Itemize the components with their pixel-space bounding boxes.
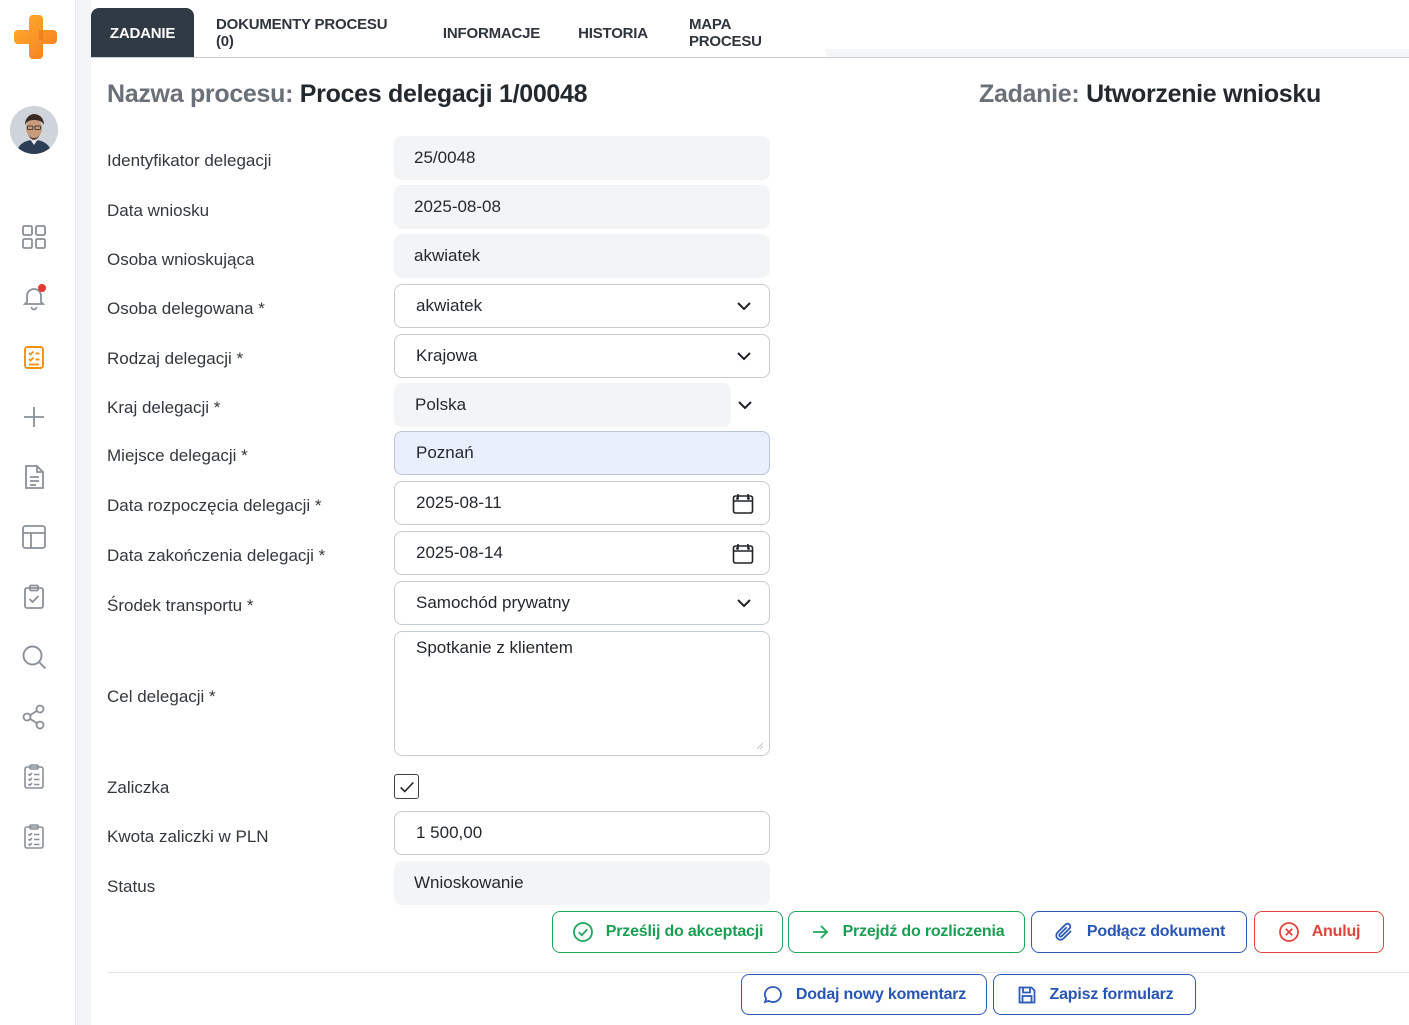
- plus-icon[interactable]: [19, 402, 49, 432]
- process-title-label: Nazwa procesu:: [107, 80, 294, 108]
- end-date-value: 2025-08-14: [416, 543, 503, 562]
- purpose-textarea-value: Spotkanie z klientem: [416, 638, 573, 657]
- document-icon[interactable]: [19, 462, 49, 492]
- tab-zadanie[interactable]: ZADANIE: [91, 8, 194, 58]
- place-input[interactable]: Poznań: [394, 431, 770, 475]
- delegate-label: Osoba delegowana *: [107, 299, 265, 318]
- save-form-label: Zapisz formularz: [1049, 985, 1174, 1003]
- calendar-icon[interactable]: [731, 492, 755, 516]
- tab-bar: ZADANIE DOKUMENTY PROCESU (0) INFORMACJE…: [91, 8, 827, 58]
- section-divider: [107, 972, 1409, 973]
- checkmark-icon: [399, 781, 414, 793]
- transport-label: Środek transportu *: [107, 596, 254, 615]
- delegation-type-select[interactable]: Krajowa: [394, 334, 770, 378]
- checklist-icon[interactable]: [19, 762, 49, 792]
- process-title-value: Proces delegacji 1/00048: [299, 80, 588, 108]
- comment-icon: [763, 985, 782, 1003]
- delegation-id-field: 25/0048: [394, 136, 770, 180]
- checklist-icon-2[interactable]: [19, 822, 49, 852]
- tab-mapa-procesu[interactable]: MAPA PROCESU: [667, 8, 827, 58]
- add-comment-button[interactable]: Dodaj nowy komentarz: [741, 974, 987, 1015]
- advance-amount-input[interactable]: 1 500,00: [394, 811, 770, 855]
- status-field: Wnioskowanie: [394, 861, 770, 905]
- start-date-label: Data rozpoczęcia delegacji *: [107, 496, 322, 515]
- task-title-label: Zadanie:: [979, 80, 1080, 108]
- delegation-id-label: Identyfikator delegacji: [107, 151, 272, 170]
- go-to-settlement-label: Przejdź do rozliczenia: [842, 923, 1005, 940]
- requester-field: akwiatek: [394, 234, 770, 278]
- status-label: Status: [107, 877, 156, 896]
- search-icon[interactable]: [19, 642, 49, 672]
- chevron-down-icon: [737, 352, 751, 361]
- delegate-select-value: akwiatek: [416, 296, 483, 315]
- tab-historia[interactable]: HISTORIA: [559, 8, 667, 58]
- save-form-button[interactable]: Zapisz formularz: [993, 974, 1196, 1015]
- start-date-input[interactable]: 2025-08-11: [394, 481, 770, 525]
- start-date-value: 2025-08-11: [416, 493, 502, 512]
- request-date-field: 2025-08-08: [394, 185, 770, 229]
- chevron-down-icon: [737, 302, 751, 311]
- transport-select-value: Samochód prywatny: [416, 593, 571, 612]
- delegation-type-select-value: Krajowa: [416, 346, 478, 365]
- transport-select[interactable]: Samochód prywatny: [394, 581, 770, 625]
- task-list-icon[interactable]: [19, 342, 49, 372]
- check-circle-icon: [572, 922, 593, 942]
- cancel-button[interactable]: Anuluj: [1254, 911, 1384, 953]
- content-gutter: [76, 0, 91, 1025]
- sidebar: [0, 0, 76, 1025]
- attach-document-label: Podłącz dokument: [1086, 923, 1226, 940]
- process-title: Nazwa procesu: Proces delegacji 1/00048: [107, 80, 588, 109]
- share-icon[interactable]: [19, 702, 49, 732]
- calendar-icon[interactable]: [731, 542, 755, 566]
- chevron-down-icon: [737, 599, 751, 608]
- tab-informacje[interactable]: INFORMACJE: [424, 8, 559, 58]
- chevron-down-icon[interactable]: [736, 396, 754, 414]
- clipboard-check-icon[interactable]: [19, 582, 49, 612]
- purpose-label: Cel delegacji *: [107, 687, 216, 706]
- advance-amount-label: Kwota zaliczki w PLN: [107, 827, 269, 846]
- end-date-label: Data zakończenia delegacji *: [107, 546, 326, 565]
- send-for-approval-label: Prześlij do akceptacji: [605, 923, 764, 940]
- plus-logo-icon[interactable]: [10, 13, 58, 61]
- task-title: Zadanie: Utworzenie wniosku: [979, 80, 1321, 109]
- request-date-label: Data wniosku: [107, 201, 210, 220]
- task-title-value: Utworzenie wniosku: [1086, 80, 1321, 108]
- user-avatar[interactable]: [10, 106, 58, 154]
- advance-label: Zaliczka: [107, 778, 170, 797]
- country-label: Kraj delegacji *: [107, 398, 221, 417]
- tab-underline: [91, 57, 1409, 58]
- arrow-right-icon: [812, 925, 828, 939]
- country-select-value: Polska: [415, 395, 467, 414]
- go-to-settlement-button[interactable]: Przejdź do rozliczenia: [788, 911, 1025, 953]
- cancel-label: Anuluj: [1311, 923, 1361, 940]
- add-comment-label: Dodaj nowy komentarz: [795, 985, 967, 1003]
- bell-icon[interactable]: [19, 282, 49, 312]
- tab-dokumenty-procesu[interactable]: DOKUMENTY PROCESU (0): [194, 8, 424, 58]
- advance-checkbox[interactable]: [394, 774, 419, 799]
- close-circle-icon: [1278, 922, 1299, 942]
- send-for-approval-button[interactable]: Prześlij do akceptacji: [552, 911, 783, 953]
- layout-icon[interactable]: [19, 522, 49, 552]
- delegation-type-label: Rodzaj delegacji *: [107, 349, 244, 368]
- end-date-input[interactable]: 2025-08-14: [394, 531, 770, 575]
- save-icon: [1018, 986, 1035, 1003]
- resize-handle-icon[interactable]: [756, 742, 764, 750]
- delegate-select[interactable]: akwiatek: [394, 284, 770, 328]
- place-label: Miejsce delegacji *: [107, 446, 248, 465]
- requester-label: Osoba wnioskująca: [107, 250, 255, 269]
- attach-document-button[interactable]: Podłącz dokument: [1031, 911, 1247, 953]
- paperclip-icon: [1055, 922, 1072, 941]
- country-select[interactable]: Polska: [394, 383, 731, 427]
- purpose-textarea[interactable]: Spotkanie z klientem: [394, 631, 770, 756]
- dashboard-icon[interactable]: [19, 222, 49, 252]
